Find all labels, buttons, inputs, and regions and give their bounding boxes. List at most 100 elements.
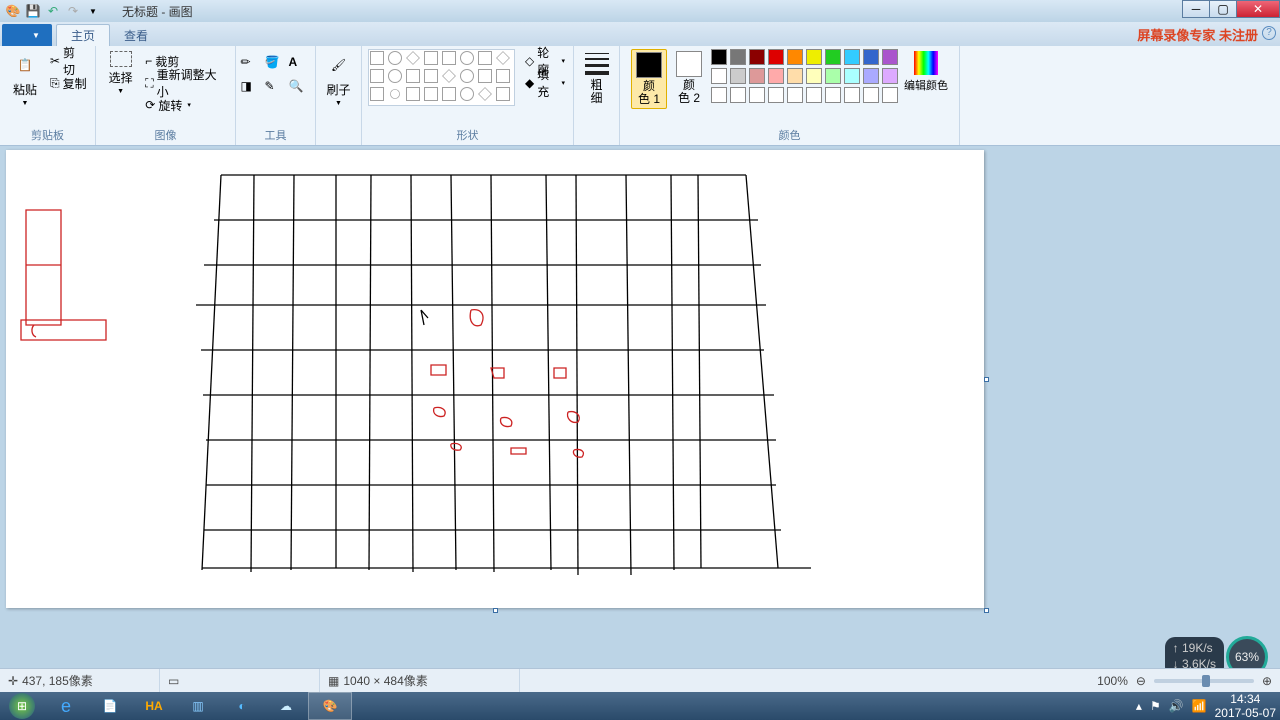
taskbar-app1[interactable]: 📄: [88, 692, 132, 720]
shapes-gallery[interactable]: [368, 49, 515, 106]
zoom-tool[interactable]: 🔍: [289, 79, 311, 101]
zoom-out-button[interactable]: ⊖: [1136, 674, 1146, 688]
shape-option[interactable]: [478, 69, 492, 83]
shape-option[interactable]: [496, 87, 510, 101]
color-swatch-empty[interactable]: [863, 87, 879, 103]
help-icon[interactable]: ?: [1262, 26, 1276, 40]
color-swatch-empty[interactable]: [749, 87, 765, 103]
tray-chevron-icon[interactable]: ▴: [1136, 699, 1142, 713]
color-swatch[interactable]: [882, 49, 898, 65]
shape-option[interactable]: [460, 87, 474, 101]
color2-button[interactable]: 颜 色 2: [671, 49, 707, 109]
tray-volume-icon[interactable]: 🔊: [1169, 699, 1184, 713]
color-swatch-empty[interactable]: [730, 87, 746, 103]
text-tool[interactable]: A: [289, 55, 311, 77]
shape-option[interactable]: [370, 87, 384, 101]
tray-network-icon[interactable]: 📶: [1192, 699, 1207, 713]
color-swatch[interactable]: [825, 49, 841, 65]
shape-option[interactable]: [442, 87, 456, 101]
color-swatch-empty[interactable]: [882, 87, 898, 103]
color1-button[interactable]: 颜 色 1: [631, 49, 667, 109]
color-swatch[interactable]: [844, 68, 860, 84]
pencil-tool[interactable]: ✏: [241, 55, 263, 77]
color-swatch[interactable]: [749, 49, 765, 65]
color-swatch[interactable]: [806, 68, 822, 84]
color-swatch[interactable]: [882, 68, 898, 84]
color-swatch[interactable]: [711, 68, 727, 84]
shape-option[interactable]: [460, 69, 474, 83]
zoom-in-button[interactable]: ⊕: [1262, 674, 1272, 688]
file-menu[interactable]: ▼: [2, 24, 52, 46]
taskbar-app2[interactable]: HA: [132, 692, 176, 720]
color-swatch-empty[interactable]: [806, 87, 822, 103]
color-swatch-empty[interactable]: [768, 87, 784, 103]
tab-view[interactable]: 查看: [110, 24, 162, 46]
taskbar-app3[interactable]: ▥: [176, 692, 220, 720]
taskbar-app4[interactable]: ◐: [220, 692, 264, 720]
picker-tool[interactable]: ✎: [265, 79, 287, 101]
color-swatch[interactable]: [825, 68, 841, 84]
resize-button[interactable]: ⛶重新调整大小: [143, 73, 229, 93]
shape-option[interactable]: [388, 69, 402, 83]
copy-button[interactable]: ⎘复制: [48, 73, 89, 93]
shape-option[interactable]: [424, 69, 438, 83]
zoom-slider[interactable]: [1154, 679, 1254, 683]
shape-option[interactable]: [460, 51, 474, 65]
start-button[interactable]: ⊞: [0, 692, 44, 720]
shape-option[interactable]: [496, 51, 510, 65]
shape-option[interactable]: [370, 51, 384, 65]
shape-option[interactable]: [406, 87, 420, 101]
rotate-button[interactable]: ⟳旋转▾: [143, 95, 229, 115]
redo-icon[interactable]: ↷: [64, 2, 82, 20]
shape-option[interactable]: [406, 69, 420, 83]
color-swatch[interactable]: [768, 68, 784, 84]
color-swatch[interactable]: [749, 68, 765, 84]
shape-option[interactable]: [406, 51, 420, 65]
color-swatch[interactable]: [711, 49, 727, 65]
resize-handle-s[interactable]: [493, 608, 498, 613]
color-swatch[interactable]: [787, 49, 803, 65]
eraser-tool[interactable]: ◨: [241, 79, 263, 101]
taskbar-ie[interactable]: e: [44, 692, 88, 720]
color-swatch[interactable]: [730, 68, 746, 84]
fill-tool[interactable]: 🪣: [265, 55, 287, 77]
shape-option[interactable]: [388, 87, 402, 101]
minimize-button[interactable]: ─: [1182, 0, 1210, 18]
color-swatch[interactable]: [768, 49, 784, 65]
qat-dropdown-icon[interactable]: ▼: [84, 2, 102, 20]
color-swatch[interactable]: [806, 49, 822, 65]
canvas[interactable]: [6, 150, 984, 608]
maximize-button[interactable]: ▢: [1209, 0, 1237, 18]
shape-fill-button[interactable]: ◆填充▾: [523, 73, 567, 93]
close-button[interactable]: ✕: [1236, 0, 1280, 18]
select-button[interactable]: 选择 ▼: [102, 49, 139, 95]
size-button[interactable]: 粗 细: [579, 49, 615, 103]
resize-handle-se[interactable]: [984, 608, 989, 613]
taskbar-app5[interactable]: ☁: [264, 692, 308, 720]
color-swatch-empty[interactable]: [825, 87, 841, 103]
color-swatch[interactable]: [730, 49, 746, 65]
shape-option[interactable]: [424, 87, 438, 101]
taskbar-paint[interactable]: 🎨: [308, 692, 352, 720]
shape-option[interactable]: [442, 69, 456, 83]
color-swatch-empty[interactable]: [711, 87, 727, 103]
tray-clock[interactable]: 14:342017-05-07: [1215, 692, 1276, 720]
tray-flag-icon[interactable]: ⚑: [1150, 699, 1161, 713]
shape-option[interactable]: [478, 51, 492, 65]
cut-button[interactable]: ✂剪切: [48, 51, 89, 71]
paste-button[interactable]: 📋 粘贴 ▼: [6, 49, 44, 107]
edit-colors-button[interactable]: 编辑颜色: [904, 49, 948, 93]
brushes-button[interactable]: 🖌 刷子 ▼: [320, 49, 358, 107]
color-swatch[interactable]: [787, 68, 803, 84]
shape-option[interactable]: [424, 51, 438, 65]
undo-icon[interactable]: ↶: [44, 2, 62, 20]
save-icon[interactable]: 💾: [24, 2, 42, 20]
color-swatch[interactable]: [844, 49, 860, 65]
tab-home[interactable]: 主页: [56, 24, 110, 46]
color-swatch[interactable]: [863, 68, 879, 84]
color-swatch-empty[interactable]: [844, 87, 860, 103]
color-swatch[interactable]: [863, 49, 879, 65]
shape-option[interactable]: [496, 69, 510, 83]
shape-option[interactable]: [442, 51, 456, 65]
resize-handle-e[interactable]: [984, 377, 989, 382]
